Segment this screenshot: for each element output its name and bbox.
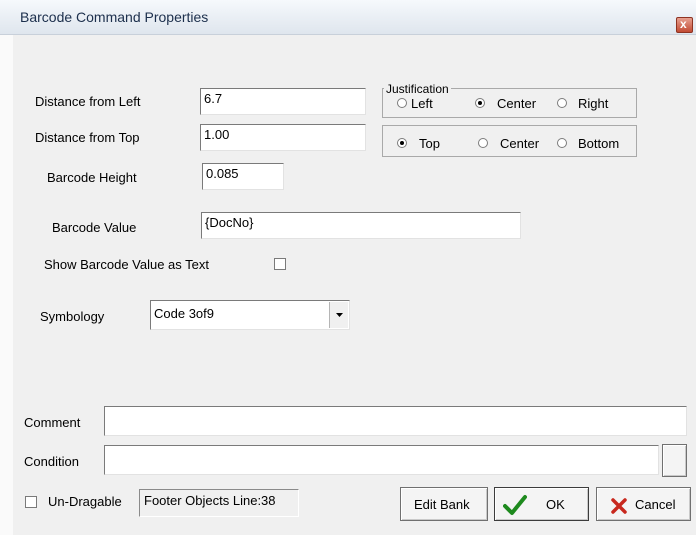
cancel-label: Cancel [635,497,676,512]
window-title: Barcode Command Properties [20,9,209,25]
ok-label: OK [546,497,565,512]
radio-right[interactable] [557,98,567,108]
barcode-height-label: Barcode Height [47,170,137,185]
ok-button[interactable]: OK [494,487,589,521]
edit-bank-label: Edit Bank [414,497,470,512]
distance-top-field[interactable]: 1.00 [200,124,366,151]
symbology-value: Code 3of9 [154,306,214,321]
close-button[interactable]: x [676,17,693,33]
radio-center-label: Center [497,96,537,111]
condition-label: Condition [24,454,79,469]
radio-top-label: Top [419,136,440,151]
radio-bottom[interactable] [557,138,567,148]
distance-top-label: Distance from Top [35,130,140,145]
radio-right-label: Right [578,96,609,111]
close-icon: x [680,17,687,31]
undragable-checkbox[interactable] [25,496,37,508]
chevron-down-icon [336,313,343,317]
show-value-checkbox[interactable] [274,258,286,270]
justification-group-label: Justification [384,82,451,96]
title-bar: Barcode Command Properties x [0,0,696,35]
barcode-height-field[interactable]: 0.085 [202,163,284,190]
barcode-value-field[interactable]: {DocNo} [201,212,521,239]
checkmark-icon [503,495,527,515]
radio-left[interactable] [397,98,407,108]
condition-browse-button[interactable] [662,444,687,477]
edit-bank-button[interactable]: Edit Bank [400,487,488,521]
comment-field[interactable] [104,406,687,436]
radio-vcenter-label: Center [500,136,540,151]
show-value-label: Show Barcode Value as Text [44,257,210,272]
cancel-button[interactable]: Cancel [596,487,691,521]
radio-bottom-label: Bottom [578,136,620,151]
radio-left-label: Left [411,96,433,111]
radio-center[interactable] [475,98,485,108]
x-icon [611,498,627,514]
barcode-value-label: Barcode Value [52,220,137,235]
window-left-edge [0,35,13,535]
distance-left-label: Distance from Left [35,94,141,109]
status-box: Footer Objects Line:38 [139,489,299,517]
undragable-label: Un-Dragable [48,494,122,509]
symbology-dropdown-button[interactable] [329,302,348,328]
radio-top[interactable] [397,138,407,148]
radio-vcenter[interactable] [478,138,488,148]
comment-label: Comment [24,415,81,430]
condition-field[interactable] [104,445,659,475]
symbology-select[interactable]: Code 3of9 [150,300,350,330]
distance-left-field[interactable]: 6.7 [200,88,366,115]
symbology-label: Symbology [40,309,105,324]
